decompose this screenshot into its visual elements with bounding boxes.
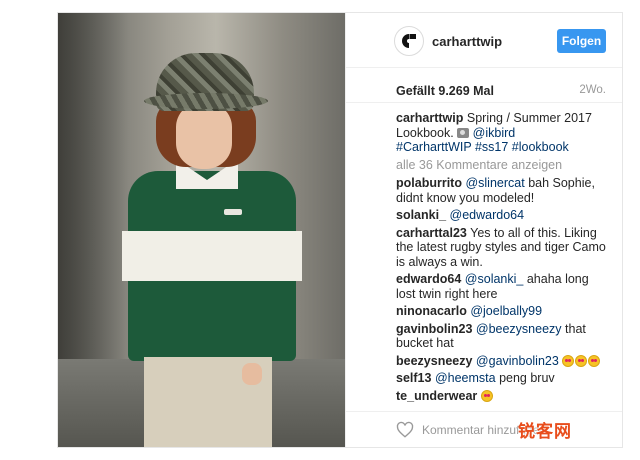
comment-username[interactable]: te_underwear <box>396 389 477 403</box>
comment-username[interactable]: ninonacarlo <box>396 304 467 318</box>
camera-icon <box>457 127 470 138</box>
view-all-comments-link[interactable]: alle 36 Kommentare anzeigen <box>396 158 608 173</box>
comment-username[interactable]: solanki_ <box>396 208 446 222</box>
comment-mention[interactable]: @heemsta <box>435 371 496 385</box>
comment-mention[interactable]: @edwardo64 <box>450 208 525 222</box>
comment-mention[interactable]: @joelbally99 <box>470 304 542 318</box>
heart-eyes-emoji-icon <box>588 354 601 367</box>
comment-list: carharttwip Spring / Summer 2017 Lookboo… <box>396 111 608 406</box>
comment-username[interactable]: edwardo64 <box>396 272 461 286</box>
likes-row: Gefällt 9.269 Mal 2Wo. <box>346 75 622 103</box>
caption-username[interactable]: carharttwip <box>396 111 463 125</box>
list-item: edwardo64 @solanki_ ahaha long lost twin… <box>396 272 608 301</box>
list-item: carharttal23 Yes to all of this. Liking … <box>396 226 608 270</box>
comment-footer <box>346 411 622 447</box>
comment-username[interactable]: gavinbolin23 <box>396 322 472 336</box>
heart-outline-icon[interactable] <box>396 421 414 439</box>
comment-username[interactable]: carharttal23 <box>396 226 467 240</box>
list-item: gavinbolin23 @beezysneezy that bucket ha… <box>396 322 608 351</box>
comment-text: peng bruv <box>499 371 555 385</box>
follow-button[interactable]: Folgen <box>557 29 606 53</box>
list-item: self13 @heemsta peng bruv <box>396 371 608 386</box>
comment-username[interactable]: beezysneezy <box>396 354 472 368</box>
comment-mention[interactable]: @solanki_ <box>465 272 524 286</box>
carhartt-logo-icon[interactable] <box>394 26 424 56</box>
list-item: polaburrito @slinercat bah Sophie, didnt… <box>396 176 608 205</box>
post-side-panel: carharttwip Folgen Gefällt 9.269 Mal 2Wo… <box>345 13 622 447</box>
comment-mention[interactable]: @slinercat <box>465 176 524 190</box>
heart-eyes-emoji-icon <box>562 354 575 367</box>
list-item: solanki_ @edwardo64 <box>396 208 608 223</box>
comment-username[interactable]: polaburrito <box>396 176 462 190</box>
heart-eyes-emoji-icon <box>480 389 493 402</box>
caption-mention[interactable]: @ikbird <box>473 126 516 140</box>
site-watermark: 锐客网 <box>518 422 572 442</box>
comment-mention[interactable]: @gavinbolin23 <box>476 354 559 368</box>
post-header: carharttwip Folgen <box>346 13 622 68</box>
post-time[interactable]: 2Wo. <box>579 84 606 96</box>
caption-hashtags[interactable]: #CarharttWIP #ss17 #lookbook <box>396 140 569 154</box>
list-item: ninonacarlo @joelbally99 <box>396 304 608 319</box>
heart-eyes-emoji-icon <box>575 354 588 367</box>
post-photo[interactable] <box>58 13 345 447</box>
likes-count[interactable]: Gefällt 9.269 Mal <box>396 84 494 98</box>
list-item: beezysneezy @gavinbolin23 <box>396 354 608 369</box>
comment-mention[interactable]: @beezysneezy <box>476 322 562 336</box>
post-username[interactable]: carharttwip <box>432 34 502 49</box>
list-item: te_underwear <box>396 389 608 404</box>
instagram-post-card: carharttwip Folgen Gefällt 9.269 Mal 2Wo… <box>57 12 623 448</box>
caption: carharttwip Spring / Summer 2017 Lookboo… <box>396 111 608 155</box>
comment-username[interactable]: self13 <box>396 371 431 385</box>
